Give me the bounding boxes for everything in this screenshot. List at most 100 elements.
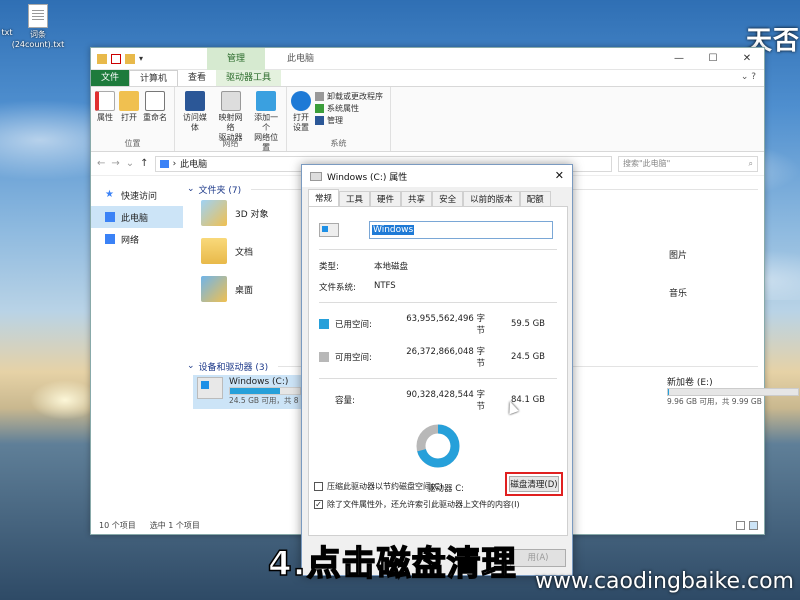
usage-donut [319, 421, 557, 471]
group-label: 位置 [124, 139, 141, 148]
details-view-icon[interactable] [736, 520, 745, 530]
search-input[interactable]: 搜索"此电脑" ⌕ [618, 155, 758, 172]
folder-icon[interactable] [97, 53, 107, 64]
navigation-pane: ★ 快速访问 此电脑 网络 [91, 178, 183, 518]
breadcrumb-separator-icon: › [172, 158, 177, 169]
map-network-drive-button[interactable]: 映射网络 驱动器 [215, 91, 247, 143]
open-button[interactable]: 打开 [119, 91, 139, 123]
forward-icon[interactable]: → [111, 158, 119, 169]
drive-free-text: 24.5 GB 可用，共 8 [229, 396, 299, 405]
manage-icon [315, 116, 324, 125]
check-icon [315, 104, 324, 113]
window-title: 此电脑 [287, 54, 315, 64]
tab-file[interactable]: 文件 [91, 70, 130, 86]
drive-name: Windows (C:) [229, 377, 289, 387]
search-icon: ⌕ [748, 158, 753, 168]
maximize-button[interactable]: ☐ [696, 48, 730, 70]
uninstall-program-button[interactable]: 卸载或更改程序 [315, 91, 383, 102]
drive-free-text: 9.96 GB 可用，共 9.99 GB [667, 397, 762, 406]
drive-name-value: Windows [372, 225, 415, 235]
tutorial-caption: 4.点击磁盘清理 [267, 543, 517, 585]
tab-hardware[interactable]: 硬件 [370, 191, 402, 207]
checkmark-icon[interactable] [111, 53, 121, 64]
ribbon-group-location: 属性 打开 重命名 位置 [91, 87, 175, 151]
properties-dialog: Windows (C:) 属性 ✕ 常规 工具 硬件 共享 安全 以前的版本 配… [301, 164, 573, 576]
folder-icon[interactable] [125, 53, 135, 64]
capacity-spacer [319, 395, 329, 405]
chevron-down-icon[interactable]: ▾ [139, 54, 149, 64]
up-icon[interactable]: ↑ [140, 158, 148, 169]
compress-checkbox-row[interactable]: 压缩此驱动器以节约磁盘空间(C) [314, 481, 443, 492]
folder-music[interactable]: 音乐 [669, 286, 687, 299]
drive-c[interactable]: Windows (C:) 24.5 GB 可用，共 8 [193, 375, 305, 409]
folder-desktop[interactable]: 桌面 [201, 276, 253, 302]
drive-e[interactable]: 新加卷 (E:) 9.96 GB 可用，共 9.99 GB [667, 375, 799, 409]
network-location-icon [256, 91, 277, 111]
close-button[interactable]: ✕ [730, 48, 764, 70]
folder-icon [201, 276, 227, 302]
dialog-tabs: 常规 工具 硬件 共享 安全 以前的版本 配额 [302, 187, 572, 207]
disk-cleanup-button[interactable]: 磁盘清理(D) [509, 476, 559, 492]
desktop-icon-entry-file[interactable]: 词条 (24count).txt [8, 4, 68, 50]
tab-sharing[interactable]: 共享 [401, 191, 433, 207]
folder-pictures[interactable]: 图片 [669, 248, 687, 261]
network-drive-icon [220, 91, 241, 111]
compress-checkbox[interactable] [314, 482, 323, 491]
manage-button[interactable]: 管理 [315, 115, 383, 126]
dialog-title: Windows (C:) 属性 [327, 172, 408, 183]
tab-drive-tools[interactable]: 驱动器工具 [216, 70, 282, 86]
drive-name-input[interactable]: Windows [369, 221, 553, 239]
properties-button[interactable]: 属性 [95, 91, 115, 123]
folder-documents[interactable]: 文档 [201, 238, 253, 264]
folder-icon [201, 238, 227, 264]
sidebar-item-network[interactable]: 网络 [91, 228, 183, 250]
system-properties-button[interactable]: 系统属性 [315, 103, 383, 114]
system-small-buttons: 卸载或更改程序 系统属性 管理 [315, 91, 383, 126]
index-checkbox[interactable]: ✓ [314, 500, 323, 509]
dialog-close-button[interactable]: ✕ [555, 165, 564, 187]
large-icons-view-icon[interactable] [749, 520, 758, 530]
tab-manage[interactable]: 管理 [207, 48, 265, 70]
breadcrumb[interactable]: 此电脑 [180, 157, 207, 170]
drive-c-info: Windows (C:) 24.5 GB 可用，共 8 [229, 377, 301, 407]
usage-donut-chart [416, 424, 460, 468]
dialog-buttons: 用(A) [510, 549, 566, 567]
apply-button[interactable]: 用(A) [510, 549, 566, 567]
tab-tools[interactable]: 工具 [339, 191, 371, 207]
folder-icon [201, 200, 227, 226]
rename-button[interactable]: 重命名 [143, 91, 167, 123]
ribbon-group-system: 打开 设置 卸载或更改程序 系统属性 管理 系统 [287, 87, 391, 151]
sidebar-item-this-pc[interactable]: 此电脑 [91, 206, 183, 228]
type-row: 类型: 本地磁盘 [319, 262, 409, 272]
sidebar-item-quick-access[interactable]: ★ 快速访问 [91, 184, 183, 206]
tab-quota[interactable]: 配额 [519, 191, 551, 207]
media-icon [184, 91, 205, 111]
computer-icon [159, 159, 169, 168]
network-icon [105, 234, 115, 244]
dialog-titlebar: Windows (C:) 属性 ✕ [302, 165, 572, 187]
windows-drive-icon [319, 223, 339, 237]
drive-name-row: Windows [319, 221, 557, 239]
desktop-icon-label: 词条 (24count).txt [11, 30, 65, 49]
tab-previous-versions[interactable]: 以前的版本 [463, 191, 520, 207]
ribbon-collapse-icon[interactable]: ⌄ ? [741, 72, 756, 82]
capacity-row: 容量: 90,328,428,544 字节 84.1 GB [319, 388, 557, 412]
folder-3d-objects[interactable]: 3D 对象 [201, 200, 269, 226]
group-label: 系统 [330, 139, 347, 148]
ribbon: 属性 打开 重命名 位置 访问媒体 映射网络 驱动器 添加一个 网络位置 网络 … [91, 86, 764, 152]
drive-usage-bar [667, 388, 799, 396]
tab-general[interactable]: 常规 [308, 189, 340, 207]
back-icon[interactable]: ← [97, 158, 105, 169]
recent-icon[interactable]: ⌄ [126, 158, 134, 169]
divider [319, 302, 557, 303]
tab-view[interactable]: 查看 [178, 70, 216, 86]
open-settings-button[interactable]: 打开 设置 [291, 91, 311, 133]
view-switcher [736, 520, 758, 530]
windows-drive-icon [197, 377, 223, 399]
index-checkbox-row[interactable]: ✓ 除了文件属性外，还允许索引此驱动器上文件的内容(I) [314, 499, 520, 510]
access-media-button[interactable]: 访问媒体 [179, 91, 211, 133]
tab-security[interactable]: 安全 [432, 191, 464, 207]
window-controls: — ☐ ✕ [662, 48, 764, 70]
tab-computer[interactable]: 计算机 [129, 70, 179, 86]
minimize-button[interactable]: — [662, 48, 696, 70]
